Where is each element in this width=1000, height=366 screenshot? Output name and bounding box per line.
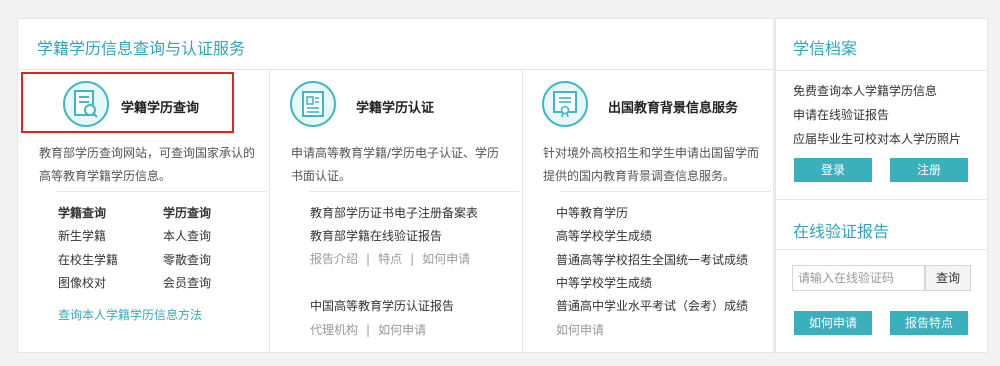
divider	[561, 191, 771, 192]
abroad-column: 出国教育背景信息服务 针对境外高校招生和学生申请出国留学而提供的国内教育背景调查…	[540, 70, 774, 352]
column-divider	[522, 70, 523, 352]
link-registration-form[interactable]: 教育部学历证书电子注册备案表	[310, 204, 478, 221]
how-apply-button[interactable]: 如何申请	[794, 311, 872, 335]
certificate-icon	[290, 81, 336, 127]
link-agency[interactable]: 代理机构	[310, 323, 358, 337]
link-member-query[interactable]: 会员查询	[163, 274, 211, 291]
divider	[776, 70, 987, 71]
link-features[interactable]: 特点	[378, 252, 402, 266]
divider	[309, 191, 519, 192]
query-button[interactable]: 查询	[925, 265, 971, 291]
sidebar-panel: 学信档案 免费查询本人学籍学历信息 申请在线验证报告 应届毕业生可校对本人学历照…	[775, 18, 988, 353]
link-xueji-query[interactable]: 学籍查询	[58, 204, 106, 221]
link-scattered-query[interactable]: 零散查询	[163, 251, 211, 268]
cert-sublinks: 报告介绍 | 特点 | 如何申请	[310, 252, 471, 266]
divider	[57, 191, 267, 192]
report-features-button[interactable]: 报告特点	[890, 311, 968, 335]
archive-line-1: 免费查询本人学籍学历信息	[793, 84, 938, 98]
link-query-method[interactable]: 查询本人学籍学历信息方法	[58, 306, 202, 323]
link-higher-grades[interactable]: 高等学校学生成绩	[556, 227, 652, 244]
cert-column: 学籍学历认证 申请高等教育学籍/学历电子认证、学历书面认证。 教育部学历证书电子…	[288, 70, 522, 352]
abroad-title[interactable]: 出国教育背景信息服务	[608, 97, 738, 116]
archive-line-2: 申请在线验证报告	[793, 108, 890, 122]
services-title: 学籍学历信息查询与认证服务	[37, 39, 246, 58]
selection-highlight-box	[21, 72, 234, 133]
archive-line-3: 应届毕业生可校对本人学历照片	[793, 132, 962, 146]
link-report-intro[interactable]: 报告介绍	[310, 252, 358, 266]
link-current-student[interactable]: 在校生学籍	[58, 251, 118, 268]
archive-title: 学信档案	[793, 39, 858, 58]
cert-title[interactable]: 学籍学历认证	[356, 97, 434, 116]
register-button[interactable]: 注册	[890, 158, 968, 182]
link-new-student[interactable]: 新生学籍	[58, 227, 106, 244]
cert-sublinks-2: 代理机构 | 如何申请	[310, 323, 427, 337]
verify-code-input[interactable]: 请输入在线验证码	[792, 265, 925, 291]
services-panel: 学籍学历信息查询与认证服务 学籍学历查询 教育部学历查询网站，可查询国家承认的高…	[17, 18, 774, 353]
link-self-query[interactable]: 本人查询	[163, 227, 211, 244]
link-how-apply-2[interactable]: 如何申请	[378, 323, 426, 337]
query-desc: 教育部学历查询网站，可查询国家承认的高等教育学籍学历信息。	[39, 146, 256, 183]
abroad-desc: 针对境外高校招生和学生申请出国留学而提供的国内教育背景调查信息服务。	[543, 146, 760, 183]
link-huikao-scores[interactable]: 普通高中学业水平考试（会考）成绩	[556, 297, 748, 314]
link-china-cert-report[interactable]: 中国高等教育学历认证报告	[310, 297, 454, 314]
column-divider	[269, 70, 270, 352]
link-how-apply-3[interactable]: 如何申请	[556, 321, 604, 338]
divider	[776, 249, 987, 250]
diploma-icon	[542, 81, 588, 127]
login-button[interactable]: 登录	[794, 158, 872, 182]
link-secondary-edu[interactable]: 中等教育学历	[556, 204, 628, 221]
cert-desc: 申请高等教育学籍/学历电子认证、学历书面认证。	[291, 146, 500, 183]
link-how-apply[interactable]: 如何申请	[422, 252, 470, 266]
services-header: 学籍学历信息查询与认证服务	[18, 19, 773, 70]
link-secondary-grades[interactable]: 中等学校学生成绩	[556, 274, 652, 291]
link-online-verify-report[interactable]: 教育部学籍在线验证报告	[310, 227, 442, 244]
link-gaokao-scores[interactable]: 普通高等学校招生全国统一考试成绩	[556, 251, 748, 268]
link-xueli-query[interactable]: 学历查询	[163, 204, 211, 221]
verify-title: 在线验证报告	[793, 222, 890, 241]
divider	[776, 199, 987, 200]
link-image-check[interactable]: 图像校对	[58, 274, 106, 291]
